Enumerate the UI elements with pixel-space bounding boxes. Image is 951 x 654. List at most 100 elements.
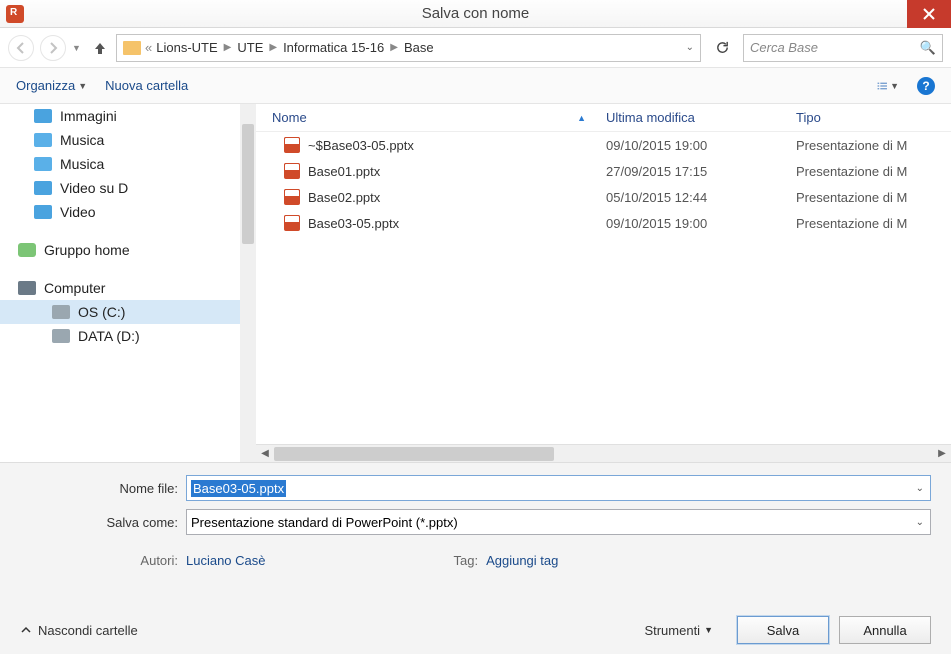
toolbar: Organizza ▼ Nuova cartella ▼ ?	[0, 68, 951, 104]
sidebar-item-video-d[interactable]: Video su D	[0, 176, 256, 200]
sidebar-drive-c[interactable]: OS (C:)	[0, 300, 256, 324]
scroll-right-icon[interactable]: ▶	[933, 448, 951, 459]
header-name[interactable]: Nome▲	[256, 110, 606, 125]
search-icon: 🔍	[920, 40, 936, 56]
sidebar-item-label: Computer	[44, 280, 105, 296]
file-row[interactable]: ~$Base03-05.pptx 09/10/2015 19:00 Presen…	[256, 132, 951, 158]
sidebar-item-music-2[interactable]: Musica	[0, 152, 256, 176]
nav-row: ▼ « Lions-UTE ▶ UTE ▶ Informatica 15-16 …	[0, 28, 951, 68]
address-bar[interactable]: « Lions-UTE ▶ UTE ▶ Informatica 15-16 ▶ …	[116, 34, 701, 62]
authors-value[interactable]: Luciano Casè	[186, 553, 266, 568]
forward-button[interactable]	[40, 35, 66, 61]
crumb-0[interactable]: Lions-UTE	[156, 40, 217, 55]
scrollbar-thumb[interactable]	[274, 447, 554, 461]
sidebar-item-label: OS (C:)	[78, 304, 125, 320]
file-type: Presentazione di M	[796, 216, 951, 231]
sidebar-computer[interactable]: Computer	[0, 276, 256, 300]
cancel-button[interactable]: Annulla	[839, 616, 931, 644]
sidebar-item-label: DATA (D:)	[78, 328, 140, 344]
tools-menu[interactable]: Strumenti ▼	[644, 623, 713, 638]
filename-value: Base03-05.pptx	[191, 480, 286, 497]
crumb-1[interactable]: UTE	[237, 40, 263, 55]
folder-icon	[123, 41, 141, 55]
chevron-down-icon[interactable]: ⌄	[916, 517, 924, 528]
chevron-right-icon: ▶	[222, 42, 234, 53]
file-row[interactable]: Base01.pptx 27/09/2015 17:15 Presentazio…	[256, 158, 951, 184]
file-modified: 09/10/2015 19:00	[606, 138, 796, 153]
chevron-down-icon: ▼	[704, 625, 713, 635]
file-row[interactable]: Base02.pptx 05/10/2015 12:44 Presentazio…	[256, 184, 951, 210]
file-list: Nome▲ Ultima modifica Tipo ~$Base03-05.p…	[256, 104, 951, 462]
tag-label: Tag:	[454, 553, 479, 568]
video-icon	[34, 181, 52, 195]
scrollbar-thumb[interactable]	[242, 124, 254, 244]
sidebar-homegroup[interactable]: Gruppo home	[0, 238, 256, 262]
help-button[interactable]: ?	[917, 77, 935, 95]
back-button[interactable]	[8, 35, 34, 61]
address-dropdown[interactable]: ⌄	[686, 42, 694, 53]
tag-value[interactable]: Aggiungi tag	[486, 553, 558, 568]
hide-folders-button[interactable]: Nascondi cartelle	[20, 623, 138, 638]
file-modified: 09/10/2015 19:00	[606, 216, 796, 231]
refresh-button[interactable]	[707, 34, 737, 62]
sort-asc-icon: ▲	[577, 113, 586, 123]
savetype-value: Presentazione standard di PowerPoint (*.…	[191, 515, 458, 530]
sidebar-scrollbar[interactable]	[240, 104, 256, 462]
sidebar-item-music[interactable]: Musica	[0, 128, 256, 152]
chevron-up-icon	[20, 624, 32, 636]
header-type[interactable]: Tipo	[796, 110, 951, 125]
arrow-up-icon	[93, 41, 107, 55]
file-name: ~$Base03-05.pptx	[308, 138, 414, 153]
sidebar-item-video[interactable]: Video	[0, 200, 256, 224]
organize-label: Organizza	[16, 78, 75, 93]
view-options-button[interactable]: ▼	[877, 77, 899, 95]
scroll-left-icon[interactable]: ◀	[256, 448, 274, 459]
pictures-icon	[34, 109, 52, 123]
crumb-prefix: «	[145, 40, 152, 55]
search-input[interactable]: Cerca Base 🔍	[743, 34, 943, 62]
chevron-down-icon: ▼	[890, 81, 899, 91]
sidebar-item-label: Video su D	[60, 180, 128, 196]
close-button[interactable]	[907, 0, 951, 28]
sidebar-item-label: Video	[60, 204, 96, 220]
sidebar: Immagini Musica Musica Video su D Video …	[0, 104, 256, 462]
sidebar-item-label: Immagini	[60, 108, 117, 124]
homegroup-icon	[18, 243, 36, 257]
new-folder-button[interactable]: Nuova cartella	[105, 78, 188, 93]
arrow-left-icon	[15, 42, 27, 54]
savetype-select[interactable]: Presentazione standard di PowerPoint (*.…	[186, 509, 931, 535]
pptx-icon	[284, 163, 300, 179]
close-icon	[923, 8, 935, 20]
view-icon	[877, 78, 888, 94]
computer-icon	[18, 281, 36, 295]
up-button[interactable]	[90, 38, 110, 58]
file-type: Presentazione di M	[796, 164, 951, 179]
hide-folders-label: Nascondi cartelle	[38, 623, 138, 638]
app-icon	[6, 5, 24, 23]
sidebar-item-label: Musica	[60, 156, 104, 172]
crumb-3[interactable]: Base	[404, 40, 434, 55]
filename-label: Nome file:	[20, 481, 178, 496]
tools-label: Strumenti	[644, 623, 700, 638]
sidebar-drive-d[interactable]: DATA (D:)	[0, 324, 256, 348]
file-row[interactable]: Base03-05.pptx 09/10/2015 19:00 Presenta…	[256, 210, 951, 236]
savetype-label: Salva come:	[20, 515, 178, 530]
file-modified: 05/10/2015 12:44	[606, 190, 796, 205]
music-icon	[34, 133, 52, 147]
file-hscrollbar[interactable]: ◀ ▶	[256, 444, 951, 462]
save-button[interactable]: Salva	[737, 616, 829, 644]
sidebar-item-label: Musica	[60, 132, 104, 148]
crumb-2[interactable]: Informatica 15-16	[283, 40, 384, 55]
drive-icon	[52, 305, 70, 319]
organize-menu[interactable]: Organizza ▼	[16, 78, 87, 93]
history-dropdown[interactable]: ▼	[72, 43, 84, 53]
file-type: Presentazione di M	[796, 190, 951, 205]
header-modified[interactable]: Ultima modifica	[606, 110, 796, 125]
save-form: Nome file: Base03-05.pptx ⌄ Salva come: …	[0, 462, 951, 654]
music-icon	[34, 157, 52, 171]
pptx-icon	[284, 137, 300, 153]
sidebar-item-images[interactable]: Immagini	[0, 104, 256, 128]
video-icon	[34, 205, 52, 219]
chevron-down-icon[interactable]: ⌄	[916, 483, 924, 494]
filename-input[interactable]: Base03-05.pptx ⌄	[186, 475, 931, 501]
